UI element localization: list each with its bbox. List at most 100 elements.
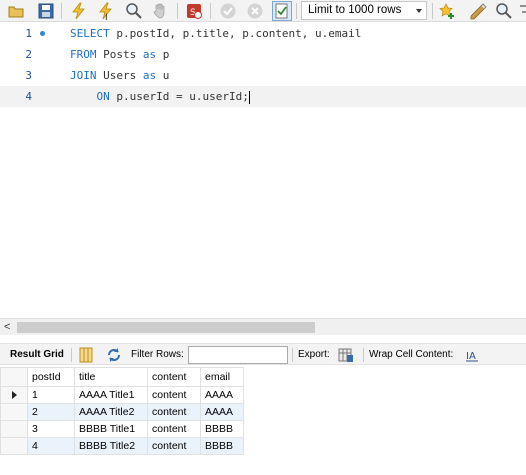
row-selector[interactable]	[0, 386, 28, 404]
table-cell[interactable]: BBBB	[200, 420, 244, 438]
export-label: Export:	[298, 349, 330, 360]
code-line-current: 4 ON p.userId = u.userId;	[0, 86, 526, 107]
table-cell[interactable]: 4	[27, 437, 75, 455]
stop-on-error-icon[interactable]: S	[184, 1, 204, 21]
sql-text: u	[156, 69, 170, 82]
limit-rows-value: Limit to 1000 rows	[308, 4, 402, 16]
table-header-row: postId title content email	[0, 367, 244, 387]
sql-keyword: JOIN	[70, 69, 97, 82]
column-header[interactable]: postId	[27, 367, 75, 387]
line-number: 2	[25, 48, 32, 61]
line-number: 4	[25, 90, 32, 103]
column-header[interactable]: email	[200, 367, 244, 387]
table-cell[interactable]: BBBB Title1	[74, 420, 148, 438]
sql-keyword: as	[142, 69, 157, 82]
table-cell[interactable]: BBBB	[200, 437, 244, 455]
code-text: JOIN Users as u	[70, 65, 169, 86]
scroll-left-icon[interactable]: <	[4, 321, 10, 333]
chevron-down-icon	[416, 9, 422, 13]
code-text: ON p.userId = u.userId;	[70, 86, 250, 107]
toolbar-separator	[296, 3, 297, 19]
code-text: SELECT p.postId, p.title, p.content, u.e…	[70, 23, 361, 44]
sql-keyword: ON	[96, 90, 110, 103]
autocommit-icon[interactable]	[272, 1, 292, 21]
stop-icon[interactable]	[150, 1, 170, 21]
table-cell[interactable]: AAAA Title2	[74, 403, 148, 421]
filter-rows-input[interactable]	[188, 346, 288, 364]
table-cell[interactable]: AAAA	[200, 386, 244, 404]
export-icon[interactable]	[338, 347, 354, 363]
sql-keyword: as	[142, 48, 157, 61]
table-row[interactable]: 4 BBBB Title2 content BBBB	[0, 437, 244, 455]
svg-text:I: I	[105, 13, 108, 20]
row-selector[interactable]	[0, 420, 28, 438]
column-header[interactable]: content	[147, 367, 201, 387]
row-selector[interactable]	[0, 437, 28, 455]
table-cell[interactable]: content	[147, 403, 201, 421]
editor-horizontal-scrollbar[interactable]: <	[0, 318, 526, 335]
line-number: 3	[25, 69, 32, 82]
sql-text: p	[156, 48, 170, 61]
commit-icon[interactable]	[218, 1, 238, 21]
statement-marker-icon	[40, 31, 45, 36]
grid-view-icon[interactable]	[78, 347, 94, 363]
result-grid-table: postId title content email 1 AAAA Title1…	[0, 367, 244, 455]
table-cell[interactable]: AAAA	[200, 403, 244, 421]
rollback-icon[interactable]	[245, 1, 265, 21]
refresh-icon[interactable]	[106, 347, 122, 363]
result-grid-tab[interactable]: Result Grid	[10, 344, 64, 366]
find-icon[interactable]	[494, 1, 514, 21]
limit-rows-select[interactable]: Limit to 1000 rows	[301, 1, 427, 20]
filter-rows-label: Filter Rows:	[131, 349, 184, 360]
save-icon[interactable]	[36, 1, 56, 21]
sql-text: p.postId, p.title, p.content, u.email	[109, 27, 362, 40]
table-cell[interactable]: 2	[27, 403, 75, 421]
table-cell[interactable]: content	[147, 437, 201, 455]
toolbar-separator	[61, 3, 62, 19]
text-caret	[248, 90, 250, 104]
svg-text:IA: IA	[466, 351, 476, 362]
sql-keyword: SELECT	[70, 27, 110, 40]
code-line: 1 SELECT p.postId, p.title, p.content, u…	[0, 23, 526, 44]
table-cell[interactable]: AAAA Title1	[74, 386, 148, 404]
table-cell[interactable]: 1	[27, 386, 75, 404]
wrap-icon[interactable]	[514, 1, 526, 21]
sql-text: p.userId = u.userId;	[109, 90, 249, 103]
toolbar-separator	[210, 3, 211, 19]
toolbar-separator	[177, 3, 178, 19]
open-folder-icon[interactable]	[6, 1, 26, 21]
table-cell[interactable]: content	[147, 420, 201, 438]
table-row[interactable]: 3 BBBB Title1 content BBBB	[0, 420, 244, 438]
current-row-icon	[11, 391, 17, 400]
column-header[interactable]: title	[74, 367, 148, 387]
execute-current-icon[interactable]: I	[96, 1, 116, 21]
toolbar-separator	[71, 348, 72, 362]
beautify-icon[interactable]	[468, 1, 488, 21]
sql-editor-toolbar: I S Limit to 1000 rows	[0, 0, 526, 22]
table-cell[interactable]: 3	[27, 420, 75, 438]
code-line: 3 JOIN Users as u	[0, 65, 526, 86]
toolbar-separator	[363, 348, 364, 362]
explain-icon[interactable]	[124, 1, 144, 21]
row-header-corner	[0, 367, 28, 387]
table-cell[interactable]: BBBB Title2	[74, 437, 148, 455]
result-grid-toolbar: Result Grid Filter Rows: Export: Wrap Ce…	[0, 343, 526, 365]
scrollbar-thumb[interactable]	[17, 322, 315, 333]
sql-editor[interactable]: 1 SELECT p.postId, p.title, p.content, u…	[0, 22, 526, 318]
table-row[interactable]: 2 AAAA Title2 content AAAA	[0, 403, 244, 421]
code-line: 2 FROM Posts as p	[0, 44, 526, 65]
row-selector[interactable]	[0, 403, 28, 421]
toolbar-separator	[292, 348, 293, 362]
wrap-cell-label: Wrap Cell Content:	[369, 349, 454, 360]
execute-icon[interactable]	[68, 1, 88, 21]
sql-text: Posts	[96, 48, 143, 61]
code-text: FROM Posts as p	[70, 44, 169, 65]
wrap-cell-icon[interactable]: IA	[464, 347, 480, 363]
sql-keyword: FROM	[70, 48, 97, 61]
table-cell[interactable]: content	[147, 386, 201, 404]
bookmark-star-icon[interactable]	[437, 1, 457, 21]
toolbar-separator	[432, 3, 433, 19]
line-number: 1	[25, 27, 32, 40]
table-row[interactable]: 1 AAAA Title1 content AAAA	[0, 386, 244, 404]
